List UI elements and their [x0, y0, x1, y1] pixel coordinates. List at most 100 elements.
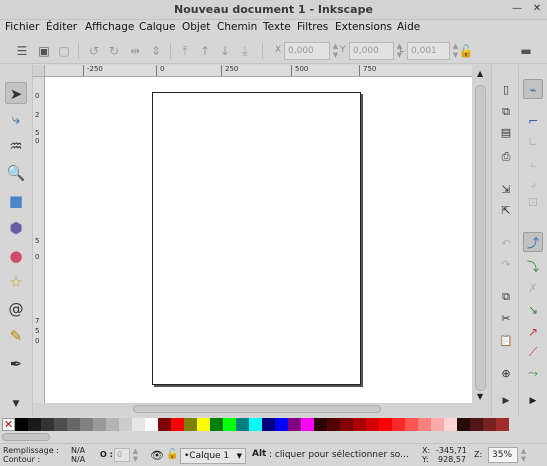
- overflow-menu-icon[interactable]: ▬: [518, 43, 534, 59]
- zoom-selection-icon[interactable]: ⊕: [498, 366, 514, 382]
- x-spin-buttons[interactable]: ▲ ▼: [331, 42, 340, 60]
- color-swatch[interactable]: [93, 418, 106, 431]
- scroll-down-icon[interactable]: ▼: [477, 392, 483, 401]
- fill-value[interactable]: N/A: [71, 446, 85, 455]
- opacity-field[interactable]: 0: [114, 448, 130, 462]
- color-swatch[interactable]: [288, 418, 301, 431]
- lower-to-bottom-icon[interactable]: ⤓: [237, 43, 253, 59]
- menu-editer[interactable]: Éditer: [46, 21, 77, 33]
- select-all-icon[interactable]: ☰: [14, 43, 30, 59]
- color-swatch[interactable]: [470, 418, 483, 431]
- close-icon[interactable]: ✕: [530, 2, 544, 16]
- flip-vertical-icon[interactable]: ⇕: [148, 43, 164, 59]
- cut-icon[interactable]: ✂: [498, 311, 514, 327]
- snap-nodes-icon[interactable]: ⤴: [523, 232, 543, 252]
- flip-horizontal-icon[interactable]: ⇹: [127, 43, 143, 59]
- raise-icon[interactable]: ↑: [197, 43, 213, 59]
- rectangle-tool-icon[interactable]: ■: [5, 190, 27, 212]
- snap-bbox-centers-icon[interactable]: ⊡: [523, 192, 543, 212]
- pencil-tool-icon[interactable]: ✎: [5, 325, 27, 347]
- x-field[interactable]: 0,000: [284, 42, 330, 60]
- selector-tool-icon[interactable]: ➤: [5, 82, 27, 104]
- color-swatch[interactable]: [418, 418, 431, 431]
- snap-cusp-nodes-icon[interactable]: ↘: [523, 300, 543, 320]
- layer-lock-icon[interactable]: 🔓: [166, 449, 178, 460]
- color-swatch[interactable]: [223, 418, 236, 431]
- color-swatch[interactable]: [145, 418, 158, 431]
- current-layer-dropdown[interactable]: •Calque 1 ▼: [180, 448, 246, 464]
- color-swatch[interactable]: [236, 418, 249, 431]
- color-swatch[interactable]: [132, 418, 145, 431]
- color-swatch[interactable]: [119, 418, 132, 431]
- stroke-value[interactable]: N/A: [71, 455, 85, 464]
- snap-enable-icon[interactable]: ⌁: [523, 79, 543, 99]
- opacity-spin-buttons[interactable]: ▲ ▼: [131, 447, 140, 463]
- color-swatch[interactable]: [301, 418, 314, 431]
- color-swatch[interactable]: [54, 418, 67, 431]
- color-swatch[interactable]: [106, 418, 119, 431]
- menu-calque[interactable]: Calque: [139, 21, 175, 33]
- horizontal-scroll-thumb[interactable]: [133, 405, 381, 413]
- color-swatch[interactable]: [41, 418, 54, 431]
- color-swatch[interactable]: [15, 418, 28, 431]
- color-swatch[interactable]: [379, 418, 392, 431]
- ellipse-tool-icon[interactable]: ●: [5, 245, 27, 267]
- color-swatch[interactable]: [67, 418, 80, 431]
- color-swatch[interactable]: [444, 418, 457, 431]
- color-swatch[interactable]: [197, 418, 210, 431]
- new-document-icon[interactable]: ▯: [498, 82, 514, 98]
- menu-extensions[interactable]: Extensions: [335, 21, 392, 33]
- save-icon[interactable]: ▤: [498, 125, 514, 141]
- vertical-scrollbar[interactable]: ▲ ▼: [472, 65, 491, 403]
- rotate-ccw-icon[interactable]: ↺: [86, 43, 102, 59]
- box-3d-tool-icon[interactable]: ⬢: [5, 217, 27, 239]
- node-tool-icon[interactable]: ⤷: [5, 108, 27, 130]
- color-swatch[interactable]: [314, 418, 327, 431]
- no-paint-swatch[interactable]: ✕: [2, 418, 15, 431]
- print-icon[interactable]: ⎙: [498, 149, 514, 165]
- color-swatch[interactable]: [431, 418, 444, 431]
- select-all-layers-icon[interactable]: ▣: [36, 43, 52, 59]
- menu-chemin[interactable]: Chemin: [217, 21, 257, 33]
- toolbox-more-icon[interactable]: ▼: [5, 393, 27, 415]
- menu-filtres[interactable]: Filtres: [297, 21, 328, 33]
- color-swatch[interactable]: [496, 418, 509, 431]
- snap-paths-icon[interactable]: ⤵: [523, 257, 543, 277]
- document-page[interactable]: [152, 92, 361, 385]
- lock-icon[interactable]: 🔓: [458, 43, 474, 59]
- redo-icon[interactable]: ↷: [498, 257, 514, 273]
- commands-more-icon[interactable]: ▶: [498, 393, 514, 409]
- vertical-ruler[interactable]: 0 2 5 0 5 0 7 5 0: [33, 77, 45, 403]
- snap-more-icon[interactable]: ▶: [523, 391, 543, 411]
- spiral-tool-icon[interactable]: @: [5, 298, 27, 320]
- layer-visibility-icon[interactable]: 👁: [150, 449, 164, 462]
- import-icon[interactable]: ⇲: [498, 182, 514, 198]
- vertical-scroll-thumb[interactable]: [475, 85, 486, 391]
- color-swatch[interactable]: [80, 418, 93, 431]
- star-tool-icon[interactable]: ☆: [5, 271, 27, 293]
- color-swatch[interactable]: [366, 418, 379, 431]
- open-document-icon[interactable]: ⧉: [498, 104, 514, 120]
- zoom-tool-icon[interactable]: 🔍: [5, 162, 27, 184]
- export-icon[interactable]: ⇱: [498, 203, 514, 219]
- horizontal-ruler[interactable]: -250 0 250 500 750: [45, 65, 472, 77]
- menu-texte[interactable]: Texte: [263, 21, 291, 33]
- paste-icon[interactable]: 📋: [498, 333, 514, 349]
- snap-bbox-icon[interactable]: ⌐: [523, 111, 543, 131]
- color-swatch[interactable]: [457, 418, 470, 431]
- color-swatch[interactable]: [405, 418, 418, 431]
- drawing-canvas[interactable]: [45, 77, 472, 403]
- lower-icon[interactable]: ↓: [217, 43, 233, 59]
- snap-line-midpoints-icon[interactable]: ⟋: [523, 342, 543, 362]
- snap-object-midpoints-icon[interactable]: ⤳: [523, 363, 543, 383]
- zoom-spin-buttons[interactable]: ▲ ▼: [519, 447, 528, 463]
- color-swatch[interactable]: [262, 418, 275, 431]
- minimize-icon[interactable]: —: [510, 2, 524, 16]
- deselect-icon[interactable]: ▢: [56, 43, 72, 59]
- color-swatch[interactable]: [483, 418, 496, 431]
- color-swatch[interactable]: [184, 418, 197, 431]
- y-field[interactable]: 0,000: [349, 42, 394, 60]
- color-swatch[interactable]: [275, 418, 288, 431]
- calligraphy-tool-icon[interactable]: ✒: [5, 353, 27, 375]
- color-swatch[interactable]: [158, 418, 171, 431]
